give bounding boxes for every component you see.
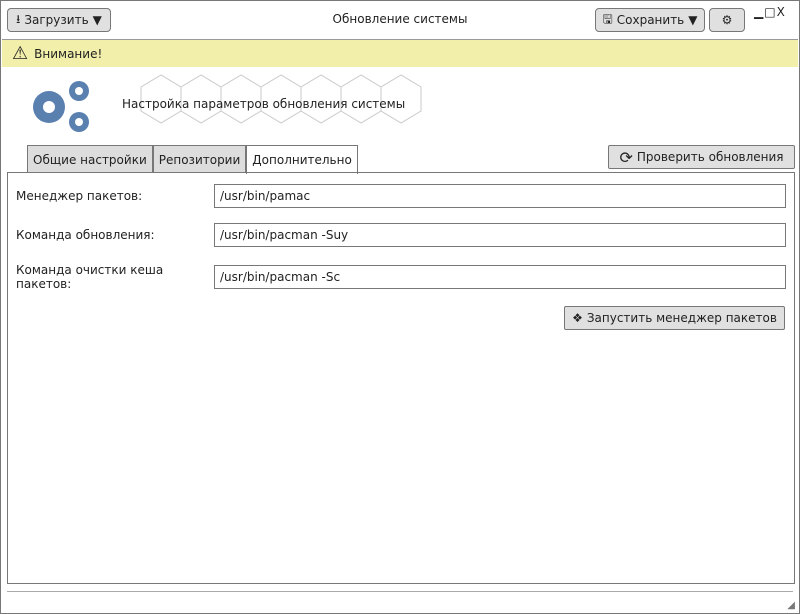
dropbox-icon: ❖	[572, 311, 583, 325]
alert-bar: ⚠ Внимание!	[2, 39, 798, 67]
field-label: Менеджер пакетов:	[16, 189, 143, 203]
update-command-input[interactable]: /usr/bin/pacman -Suy	[214, 223, 786, 247]
minimize-icon[interactable]: ▁	[754, 5, 764, 19]
tab-advanced[interactable]: Дополнительно	[246, 145, 358, 174]
resize-grip-icon[interactable]: ◢	[787, 600, 795, 611]
tab-bar: Общие настройки Репозитории Дополнительн…	[27, 145, 358, 174]
refresh-icon: ⟳	[619, 147, 633, 167]
app-window: ⭳ Загрузить ▼ Обновление системы 🖫 Сохранит…	[0, 0, 800, 614]
save-button[interactable]: 🖫 Сохранить ▼	[595, 8, 705, 32]
package-manager-input[interactable]: /usr/bin/pamac	[214, 184, 786, 208]
gear-icon: ⚙	[721, 13, 733, 27]
check-updates-button[interactable]: ⟳ Проверить обновления	[608, 145, 795, 169]
settings-button[interactable]: ⚙	[709, 8, 745, 32]
floppy-icon: 🖫	[602, 11, 613, 26]
status-bar	[7, 591, 793, 592]
chevron-down-icon: ▼	[688, 13, 698, 27]
tab-general[interactable]: Общие настройки	[27, 145, 153, 173]
field-label: Команда обновления:	[16, 228, 155, 242]
clean-cache-command-input[interactable]: /usr/bin/pacman -Sc	[214, 265, 786, 289]
tab-repositories[interactable]: Репозитории	[152, 145, 247, 173]
gears-icon	[33, 81, 89, 132]
header-title: Настройка параметров обновления системы	[122, 97, 406, 111]
field-label: Команда очистки кеша пакетов:	[16, 263, 164, 291]
close-icon[interactable]: X	[777, 5, 786, 19]
window-controls: ▁□X	[754, 5, 786, 19]
maximize-icon[interactable]: □	[764, 5, 776, 19]
run-package-manager-button[interactable]: ❖ Запустить менеджер пакетов	[564, 306, 785, 330]
warning-icon: ⚠	[12, 43, 29, 64]
advanced-panel: Менеджер пакетов: /usr/bin/pamac Команда …	[7, 172, 795, 584]
